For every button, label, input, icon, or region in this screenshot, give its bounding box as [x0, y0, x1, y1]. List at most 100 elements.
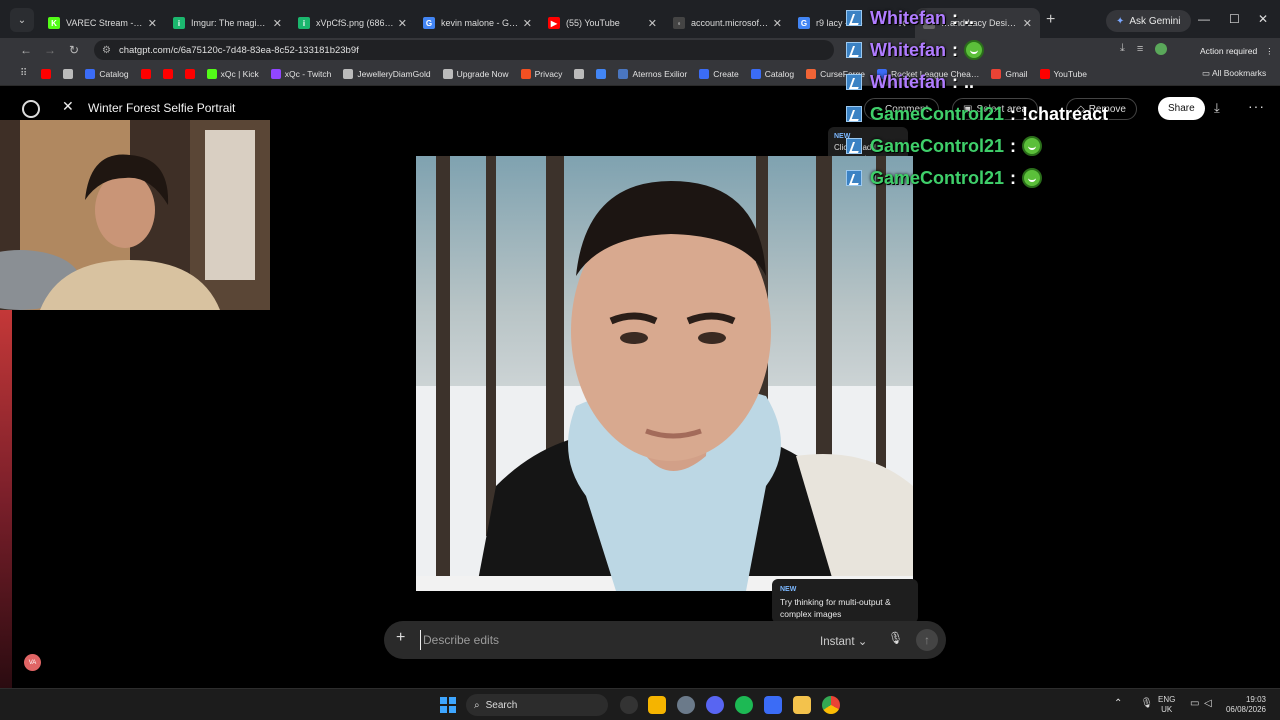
bookmark-item[interactable]: Gmail [991, 68, 1028, 79]
close-tab-icon[interactable]: ✕ [773, 17, 782, 30]
address-bar[interactable]: ⚙ chatgpt.com/c/6a75120c-7d48-83ea-8c52-… [94, 40, 834, 60]
search-icon: ⌕ [474, 699, 480, 711]
close-tab-icon[interactable]: ✕ [148, 17, 157, 30]
send-button[interactable]: ↑ [916, 629, 938, 651]
browser-tab[interactable]: ▶ (55) YouTube ✕ [540, 8, 665, 38]
browser-tab[interactable]: i Imgur: The magic of the ✕ [165, 8, 290, 38]
bookmark-item[interactable] [63, 68, 77, 79]
bookmark-item[interactable]: YouTube [1039, 68, 1087, 79]
bookmark-favicon-icon [618, 68, 629, 79]
bookmark-item[interactable]: Privacy [520, 68, 562, 79]
mode-selector[interactable]: Instant ⌄ [820, 634, 867, 648]
screen: ⌄ K VAREC Stream - Watch ✕ i Imgur: The magi… [0, 0, 1280, 720]
bookmark-label: xQc | Kick [220, 68, 259, 79]
browser-tab[interactable]: i xVpCfS.png (686×38… ✕ [290, 8, 415, 38]
download-icon[interactable]: ⤓ [1120, 42, 1125, 55]
bookmark-item[interactable] [162, 68, 177, 79]
share-button[interactable]: Share [1158, 97, 1205, 120]
browser-tab[interactable]: K VAREC Stream - Watch ✕ [40, 8, 165, 38]
language-indicator[interactable]: ENG UK [1158, 695, 1175, 715]
bookmark-label: YouTube [1053, 68, 1087, 79]
chatgpt-logo-icon[interactable] [22, 100, 40, 118]
bookmark-favicon-icon [991, 68, 1002, 79]
bookmark-item[interactable] [184, 68, 199, 79]
forward-icon[interactable]: → [38, 43, 62, 57]
bookmark-item[interactable]: Catalog [85, 68, 129, 79]
start-icon[interactable] [440, 697, 456, 713]
bookmark-item[interactable]: Aternos Exilior [618, 68, 687, 79]
microphone-icon[interactable]: 🎙 [888, 631, 903, 645]
network-icon[interactable]: ▭ [1190, 698, 1199, 709]
spotify-icon[interactable] [735, 696, 753, 714]
bookmark-item[interactable]: Create [699, 68, 739, 79]
bookmark-item[interactable]: xQc | Kick [206, 68, 259, 79]
tab-title: account.microsoft.com [691, 18, 769, 28]
discord-icon[interactable] [706, 696, 724, 714]
bookmark-item[interactable]: JewelleryDiamGold [343, 68, 431, 79]
close-tab-icon[interactable]: ✕ [398, 17, 407, 30]
bookmark-item[interactable]: Upgrade Now [442, 68, 509, 79]
date: 06/08/2026 [1225, 705, 1266, 714]
maximize-icon[interactable]: ☐ [1229, 12, 1240, 26]
page-title: Winter Forest Selfie Portrait [88, 101, 236, 115]
profile-icon[interactable] [1155, 42, 1168, 55]
roblox-studio-icon[interactable] [764, 696, 782, 714]
bookmark-item[interactable] [41, 68, 55, 79]
ask-gemini-button[interactable]: ✦ Ask Gemini [1106, 10, 1191, 32]
apps-icon[interactable]: ⠿ [20, 68, 27, 79]
add-attachment-icon[interactable]: + [396, 629, 405, 647]
reload-icon[interactable]: ↻ [62, 43, 86, 57]
file-explorer-icon[interactable] [793, 696, 811, 714]
generated-image[interactable] [416, 156, 913, 591]
chat-message: Whitefan: [846, 36, 984, 64]
action-required-button[interactable]: Action required ⋮ [1194, 42, 1280, 60]
bookmark-favicon-icon [270, 68, 281, 79]
media-icon[interactable]: ≡ [1137, 43, 1143, 55]
describe-edits-input[interactable] [420, 630, 780, 650]
clock[interactable]: 19:03 06/08/2026 [1222, 695, 1266, 715]
bookmark-favicon-icon [596, 68, 607, 79]
new-tab-button[interactable]: + [1046, 11, 1055, 29]
webcam-overlay [0, 120, 270, 310]
minimize-icon[interactable]: — [1198, 12, 1210, 26]
tab-title: (55) YouTube [566, 18, 620, 28]
bookmark-item[interactable] [596, 68, 610, 79]
browser-tab[interactable]: Gkevin malone - Google ✕ [415, 8, 540, 38]
bookmark-item[interactable] [140, 68, 155, 79]
settings-icon[interactable] [677, 696, 695, 714]
more-options-icon[interactable]: ··· [1248, 98, 1265, 114]
close-tab-icon[interactable]: ✕ [648, 17, 657, 30]
obs-icon[interactable] [620, 696, 638, 714]
app-icon[interactable] [648, 696, 666, 714]
all-bookmarks-link[interactable]: ▭ All Bookmarks [1202, 68, 1266, 79]
close-icon[interactable]: ✕ [62, 98, 74, 115]
close-tab-icon[interactable]: ✕ [273, 17, 282, 30]
chat-username: GameControl21 [870, 167, 1005, 188]
all-bookmarks-label: All Bookmarks [1211, 68, 1267, 78]
close-tab-icon[interactable]: ✕ [523, 17, 532, 30]
browser-tab[interactable]: ◦ account.microsoft.com ✕ [665, 8, 790, 38]
bookmark-item[interactable]: xQc - Twitch [270, 68, 331, 79]
close-window-icon[interactable]: ✕ [1258, 12, 1268, 26]
site-info-icon[interactable]: ⚙ [102, 45, 111, 56]
chrome-icon[interactable] [822, 696, 840, 714]
chat-separator: : [1010, 135, 1017, 156]
taskbar-search[interactable]: ⌕ Search [466, 694, 608, 716]
menu-icon[interactable]: ⋮ [1265, 46, 1274, 57]
bookmark-favicon-icon [699, 68, 710, 79]
chevron-up-icon[interactable]: ⌃ [1114, 698, 1122, 709]
mic-tray-icon[interactable]: 🎙 [1140, 698, 1153, 709]
download-image-icon[interactable]: ⤓ [1214, 100, 1220, 116]
bookmark-item[interactable] [574, 68, 588, 79]
bookmark-item[interactable]: Catalog [750, 68, 794, 79]
close-tab-icon[interactable]: ✕ [1023, 17, 1032, 30]
mode-label: Instant [820, 636, 855, 648]
volume-icon[interactable]: ◁ [1204, 698, 1212, 709]
bookmark-favicon-icon [85, 68, 96, 79]
tab-title: kevin malone - Google [441, 18, 519, 28]
tab-search-button[interactable]: ⌄ [10, 8, 34, 32]
avatar[interactable]: VA [24, 654, 41, 671]
back-icon[interactable]: ← [14, 43, 38, 57]
chat-message: GameControl21: [846, 164, 1043, 192]
ask-gemini-label: Ask Gemini [1129, 15, 1181, 27]
